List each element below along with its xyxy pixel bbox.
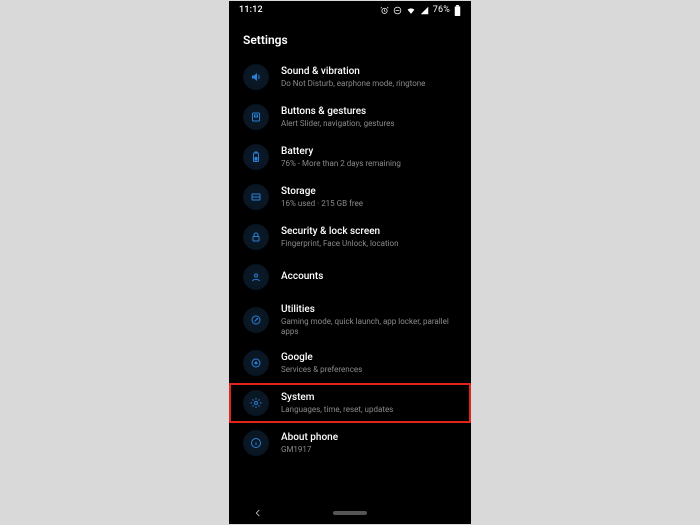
system-icon <box>243 390 269 416</box>
item-title: Buttons & gestures <box>281 106 394 118</box>
settings-header: Settings <box>229 19 471 53</box>
settings-item-security[interactable]: Security & lock screen Fingerprint, Face… <box>229 217 471 257</box>
item-subtitle: Gaming mode, quick launch, app locker, p… <box>281 317 457 336</box>
status-icons: 76% <box>380 5 461 16</box>
nav-bar <box>229 502 471 524</box>
buttons-icon <box>243 104 269 130</box>
alarm-icon <box>380 6 389 15</box>
signal-icon <box>420 6 429 15</box>
settings-item-utilities[interactable]: Utilities Gaming mode, quick launch, app… <box>229 297 471 343</box>
item-title: System <box>281 392 393 404</box>
settings-item-buttons[interactable]: Buttons & gestures Alert Slider, navigat… <box>229 97 471 137</box>
item-title: Accounts <box>281 271 323 283</box>
item-subtitle: Languages, time, reset, updates <box>281 405 393 415</box>
nav-back-button[interactable] <box>253 508 263 518</box>
item-subtitle: Services & preferences <box>281 365 362 375</box>
settings-item-battery[interactable]: Battery 76% - More than 2 days remaining <box>229 137 471 177</box>
item-title: About phone <box>281 432 338 444</box>
lock-icon <box>243 224 269 250</box>
item-title: Security & lock screen <box>281 226 399 238</box>
item-subtitle: Alert Slider, navigation, gestures <box>281 119 394 129</box>
item-title: Battery <box>281 146 401 158</box>
item-title: Storage <box>281 186 363 198</box>
status-time: 11:12 <box>239 5 263 15</box>
settings-item-google[interactable]: Google Services & preferences <box>229 343 471 383</box>
item-subtitle: 16% used · 215 GB free <box>281 199 363 209</box>
item-title: Utilities <box>281 304 457 316</box>
nav-home-pill[interactable] <box>333 511 367 515</box>
item-title: Sound & vibration <box>281 66 425 78</box>
status-bar: 11:12 76% <box>229 1 471 19</box>
about-icon <box>243 430 269 456</box>
dnd-icon <box>393 6 402 15</box>
wifi-icon <box>406 6 416 15</box>
item-subtitle: Fingerprint, Face Unlock, location <box>281 239 399 249</box>
item-title: Google <box>281 352 362 364</box>
settings-item-accounts[interactable]: Accounts <box>229 257 471 297</box>
battery-menu-icon <box>243 144 269 170</box>
battery-percentage: 76% <box>433 5 450 15</box>
sound-icon <box>243 64 269 90</box>
settings-list: Sound & vibration Do Not Disturb, earpho… <box>229 53 471 463</box>
item-subtitle: 76% - More than 2 days remaining <box>281 159 401 169</box>
item-subtitle: Do Not Disturb, earphone mode, ringtone <box>281 79 425 89</box>
settings-item-storage[interactable]: Storage 16% used · 215 GB free <box>229 177 471 217</box>
google-icon <box>243 350 269 376</box>
item-subtitle: GM1917 <box>281 445 338 455</box>
page-title: Settings <box>243 33 457 47</box>
accounts-icon <box>243 264 269 290</box>
storage-icon <box>243 184 269 210</box>
battery-icon <box>454 5 461 16</box>
settings-item-sound[interactable]: Sound & vibration Do Not Disturb, earpho… <box>229 57 471 97</box>
phone-screen: 11:12 76% Settings <box>229 1 471 524</box>
utilities-icon <box>243 307 269 333</box>
settings-item-system[interactable]: System Languages, time, reset, updates <box>229 383 471 423</box>
settings-item-about[interactable]: About phone GM1917 <box>229 423 471 463</box>
